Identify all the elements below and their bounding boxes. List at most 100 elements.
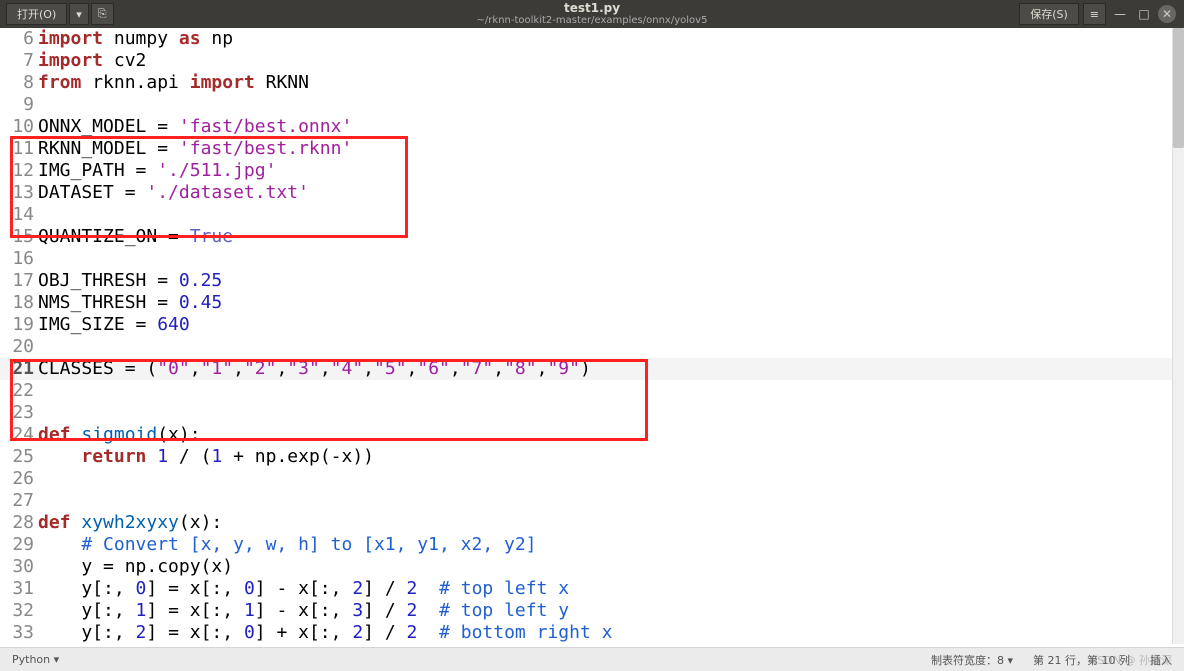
line-number: 33 bbox=[0, 622, 36, 644]
code-line[interactable]: 29 # Convert [x, y, w, h] to [x1, y1, x2… bbox=[0, 534, 1184, 556]
code-line[interactable]: 10ONNX_MODEL = 'fast/best.onnx' bbox=[0, 116, 1184, 138]
code-content[interactable]: import numpy as np bbox=[36, 28, 233, 50]
line-number: 16 bbox=[0, 248, 36, 270]
close-icon[interactable]: ✕ bbox=[1158, 5, 1176, 23]
line-number: 26 bbox=[0, 468, 36, 490]
code-line[interactable]: 32 y[:, 1] = x[:, 1] - x[:, 3] / 2 # top… bbox=[0, 600, 1184, 622]
code-line[interactable]: 23 bbox=[0, 402, 1184, 424]
code-line[interactable]: 15QUANTIZE_ON = True bbox=[0, 226, 1184, 248]
code-line[interactable]: 8from rknn.api import RKNN bbox=[0, 72, 1184, 94]
code-content[interactable]: NMS_THRESH = 0.45 bbox=[36, 292, 222, 314]
code-line[interactable]: 6import numpy as np bbox=[0, 28, 1184, 50]
code-line[interactable]: 27 bbox=[0, 490, 1184, 512]
line-number: 23 bbox=[0, 402, 36, 424]
code-line[interactable]: 25 return 1 / (1 + np.exp(-x)) bbox=[0, 446, 1184, 468]
code-line[interactable]: 13DATASET = './dataset.txt' bbox=[0, 182, 1184, 204]
code-line[interactable]: 12IMG_PATH = './511.jpg' bbox=[0, 160, 1184, 182]
line-number: 32 bbox=[0, 600, 36, 622]
tab-width-selector[interactable]: 制表符宽度：8 ▾ bbox=[931, 652, 1013, 668]
code-content[interactable]: RKNN_MODEL = 'fast/best.rknn' bbox=[36, 138, 352, 160]
new-tab-button[interactable]: ⎘ bbox=[91, 3, 114, 25]
code-content[interactable]: y[:, 0] = x[:, 0] - x[:, 2] / 2 # top le… bbox=[36, 578, 569, 600]
line-number: 28 bbox=[0, 512, 36, 534]
code-line[interactable]: 30 y = np.copy(x) bbox=[0, 556, 1184, 578]
code-content[interactable] bbox=[36, 402, 38, 424]
hamburger-menu-button[interactable]: ≡ bbox=[1083, 3, 1106, 25]
code-line[interactable]: 11RKNN_MODEL = 'fast/best.rknn' bbox=[0, 138, 1184, 160]
code-content[interactable] bbox=[36, 468, 38, 490]
code-line[interactable]: 14 bbox=[0, 204, 1184, 226]
code-content[interactable]: from rknn.api import RKNN bbox=[36, 72, 309, 94]
minimize-icon[interactable]: — bbox=[1110, 4, 1130, 24]
code-content[interactable] bbox=[36, 336, 38, 358]
save-button[interactable]: 保存(S) bbox=[1019, 3, 1079, 25]
code-line[interactable]: 20 bbox=[0, 336, 1184, 358]
line-number: 24 bbox=[0, 424, 36, 446]
code-line[interactable]: 18NMS_THRESH = 0.45 bbox=[0, 292, 1184, 314]
code-line[interactable]: 19IMG_SIZE = 640 bbox=[0, 314, 1184, 336]
code-line[interactable]: 21CLASSES = ("0","1","2","3","4","5","6"… bbox=[0, 358, 1184, 380]
line-number: 22 bbox=[0, 380, 36, 402]
code-content[interactable]: return 1 / (1 + np.exp(-x)) bbox=[36, 446, 374, 468]
code-content[interactable]: import cv2 bbox=[36, 50, 146, 72]
line-number: 20 bbox=[0, 336, 36, 358]
code-line[interactable]: 24def sigmoid(x): bbox=[0, 424, 1184, 446]
code-content[interactable]: def sigmoid(x): bbox=[36, 424, 201, 446]
code-line[interactable]: 28def xywh2xyxy(x): bbox=[0, 512, 1184, 534]
code-line[interactable]: 16 bbox=[0, 248, 1184, 270]
line-number: 11 bbox=[0, 138, 36, 160]
watermark: CSDN @ 孙麾深 bbox=[1090, 652, 1172, 668]
line-number: 13 bbox=[0, 182, 36, 204]
code-content[interactable]: # Convert [x, y, w, h] to [x1, y1, x2, y… bbox=[36, 534, 537, 556]
code-line[interactable]: 9 bbox=[0, 94, 1184, 116]
line-number: 17 bbox=[0, 270, 36, 292]
code-line[interactable]: 17OBJ_THRESH = 0.25 bbox=[0, 270, 1184, 292]
code-content[interactable]: ONNX_MODEL = 'fast/best.onnx' bbox=[36, 116, 352, 138]
code-content[interactable] bbox=[36, 490, 38, 512]
code-content[interactable]: QUANTIZE_ON = True bbox=[36, 226, 233, 248]
code-content[interactable]: y[:, 1] = x[:, 1] - x[:, 3] / 2 # top le… bbox=[36, 600, 569, 622]
code-line[interactable]: 22 bbox=[0, 380, 1184, 402]
code-content[interactable]: IMG_SIZE = 640 bbox=[36, 314, 190, 336]
code-content[interactable]: DATASET = './dataset.txt' bbox=[36, 182, 309, 204]
code-line[interactable]: 33 y[:, 2] = x[:, 0] + x[:, 2] / 2 # bot… bbox=[0, 622, 1184, 644]
line-number: 18 bbox=[0, 292, 36, 314]
line-number: 15 bbox=[0, 226, 36, 248]
line-number: 9 bbox=[0, 94, 36, 116]
line-number: 7 bbox=[0, 50, 36, 72]
code-content[interactable]: IMG_PATH = './511.jpg' bbox=[36, 160, 276, 182]
code-content[interactable] bbox=[36, 94, 38, 116]
window-title: test1.py bbox=[477, 1, 708, 15]
maximize-icon[interactable]: □ bbox=[1134, 4, 1154, 24]
vertical-scrollbar[interactable] bbox=[1172, 28, 1184, 644]
line-number: 10 bbox=[0, 116, 36, 138]
code-line[interactable]: 7import cv2 bbox=[0, 50, 1184, 72]
line-number: 27 bbox=[0, 490, 36, 512]
line-number: 25 bbox=[0, 446, 36, 468]
code-content[interactable]: def xywh2xyxy(x): bbox=[36, 512, 222, 534]
window-subtitle: ~/rknn-toolkit2-master/examples/onnx/yol… bbox=[477, 15, 708, 27]
code-editor[interactable]: 6import numpy as np7import cv28from rknn… bbox=[0, 28, 1184, 644]
scrollbar-thumb[interactable] bbox=[1173, 28, 1184, 148]
line-number: 30 bbox=[0, 556, 36, 578]
open-button[interactable]: 打开(O) bbox=[6, 3, 67, 25]
code-content[interactable] bbox=[36, 204, 38, 226]
code-content[interactable] bbox=[36, 380, 38, 402]
line-number: 21 bbox=[0, 358, 36, 380]
line-number: 14 bbox=[0, 204, 36, 226]
code-line[interactable]: 31 y[:, 0] = x[:, 0] - x[:, 2] / 2 # top… bbox=[0, 578, 1184, 600]
code-content[interactable] bbox=[36, 248, 38, 270]
line-number: 8 bbox=[0, 72, 36, 94]
code-content[interactable]: y = np.copy(x) bbox=[36, 556, 233, 578]
line-number: 31 bbox=[0, 578, 36, 600]
statusbar: Python ▾ 制表符宽度：8 ▾ 第 21 行，第 10 列 插入 bbox=[0, 647, 1184, 671]
line-number: 19 bbox=[0, 314, 36, 336]
line-number: 12 bbox=[0, 160, 36, 182]
line-number: 6 bbox=[0, 28, 36, 50]
language-selector[interactable]: Python ▾ bbox=[12, 653, 59, 666]
code-content[interactable]: OBJ_THRESH = 0.25 bbox=[36, 270, 222, 292]
code-content[interactable]: CLASSES = ("0","1","2","3","4","5","6","… bbox=[36, 358, 591, 380]
code-content[interactable]: y[:, 2] = x[:, 0] + x[:, 2] / 2 # bottom… bbox=[36, 622, 612, 644]
code-line[interactable]: 26 bbox=[0, 468, 1184, 490]
open-dropdown-button[interactable]: ▾ bbox=[69, 3, 89, 25]
